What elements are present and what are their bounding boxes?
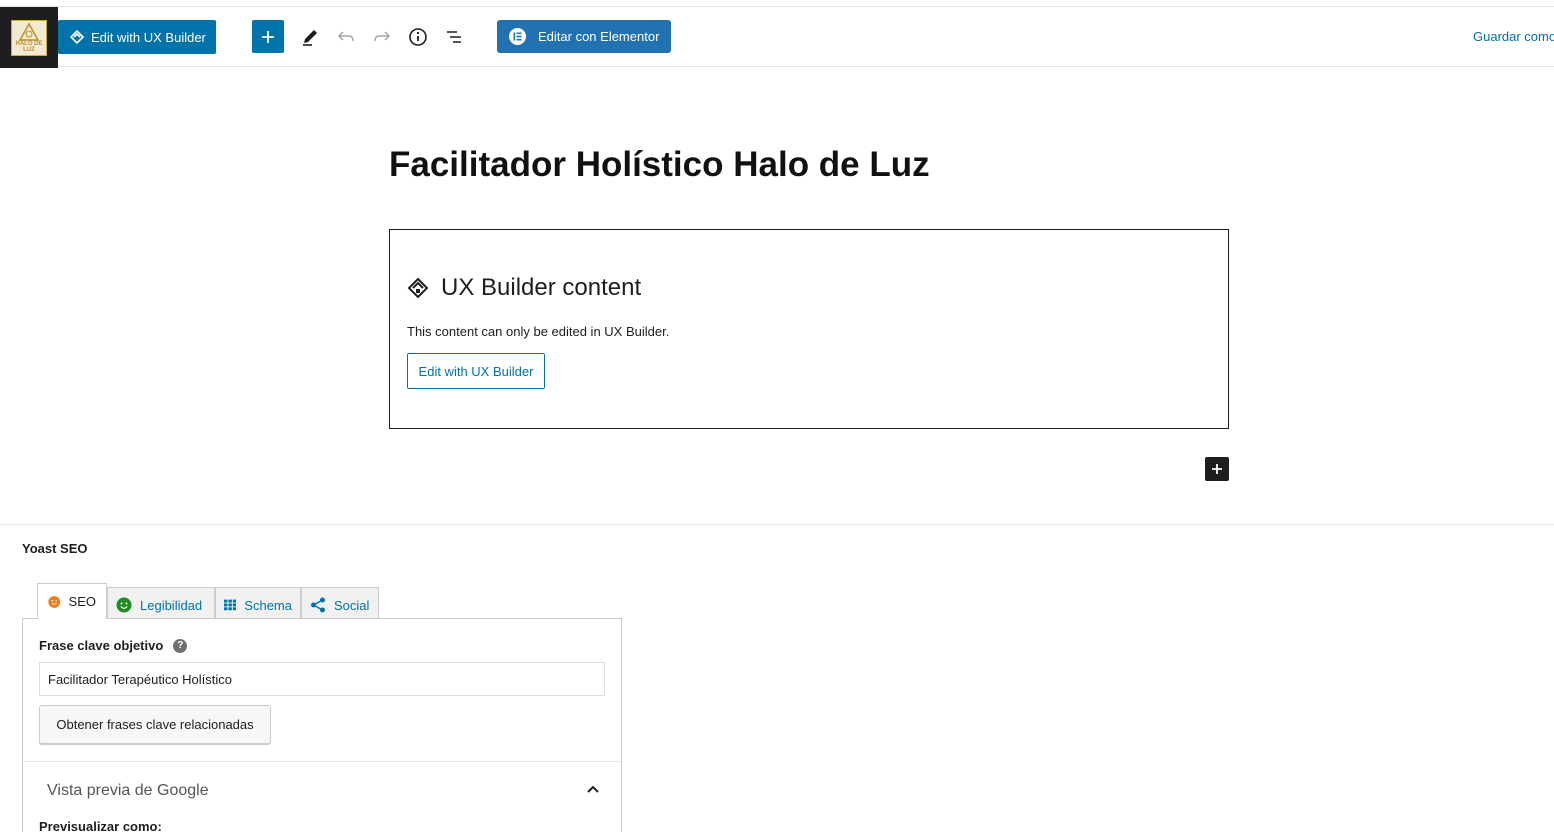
- post-title[interactable]: Facilitador Holístico Halo de Luz: [389, 145, 930, 185]
- yoast-seo-title[interactable]: Yoast SEO: [22, 541, 88, 556]
- ux-builder-icon: [407, 277, 429, 299]
- get-related-keyphrases-button[interactable]: Obtener frases clave relacionadas: [39, 705, 271, 744]
- triangle-logo-icon: [19, 22, 39, 41]
- save-draft-button[interactable]: Guardar como: [1473, 29, 1554, 44]
- metabox-divider: [0, 524, 1554, 525]
- tab-social[interactable]: Social: [301, 587, 379, 622]
- preview-as-label: Previsualizar como:: [39, 819, 162, 832]
- edit-with-ux-builder-button[interactable]: Edit with UX Builder: [58, 20, 216, 54]
- outline-button[interactable]: [440, 23, 468, 51]
- editor-toolbar: HALO DE LUZ Edit with UX Builder Editar …: [0, 6, 1554, 68]
- tab-schema[interactable]: Schema: [215, 587, 301, 622]
- seo-status-face-icon: [48, 595, 61, 608]
- share-icon: [311, 597, 325, 613]
- ux-block-heading: UX Builder content: [407, 274, 641, 302]
- yoast-seo-panel: Frase clave objetivo ? Facilitador Terap…: [22, 618, 622, 832]
- elementor-icon: [509, 28, 526, 45]
- undo-icon: [337, 31, 354, 41]
- tools-button[interactable]: [296, 23, 324, 51]
- tab-schema-label: Schema: [244, 597, 292, 613]
- list-view-icon: [447, 31, 461, 43]
- focus-keyphrase-label: Frase clave objetivo ?: [39, 638, 188, 653]
- focus-keyphrase-input[interactable]: Facilitador Terapéutico Holístico: [39, 662, 605, 696]
- ux-builder-block[interactable]: UX Builder content This content can only…: [389, 229, 1229, 429]
- ux-block-edit-button[interactable]: Edit with UX Builder: [407, 353, 545, 389]
- pencil-icon: [303, 30, 317, 46]
- tab-seo-label: SEO: [68, 594, 96, 609]
- redo-button[interactable]: [368, 23, 396, 51]
- site-logo[interactable]: HALO DE LUZ: [0, 7, 58, 68]
- plus-icon: [1212, 464, 1222, 474]
- tab-readability[interactable]: Legibilidad: [107, 587, 215, 622]
- ux-builder-icon: [70, 30, 84, 44]
- details-button[interactable]: [404, 23, 432, 51]
- logo-text: HALO DE LUZ: [15, 40, 43, 53]
- ux-block-description: This content can only be edited in UX Bu…: [407, 324, 670, 339]
- add-block-button[interactable]: [252, 20, 284, 53]
- tab-seo[interactable]: SEO: [37, 583, 107, 619]
- inline-add-block-button[interactable]: [1205, 457, 1229, 481]
- undo-button[interactable]: [332, 23, 360, 51]
- info-icon: [409, 28, 427, 46]
- plus-icon: [262, 30, 274, 43]
- yoast-tabs: SEO Legibilidad Schema Social: [37, 583, 379, 622]
- edit-with-elementor-label: Editar con Elementor: [538, 29, 660, 44]
- ux-block-heading-text: UX Builder content: [441, 274, 642, 301]
- readability-status-face-icon: [116, 597, 132, 613]
- edit-with-ux-builder-label: Edit with UX Builder: [91, 29, 206, 45]
- redo-icon: [374, 31, 391, 41]
- help-icon[interactable]: ?: [173, 638, 188, 653]
- chevron-up-icon[interactable]: [585, 781, 601, 797]
- google-preview-toggle[interactable]: Vista previa de Google: [47, 782, 209, 800]
- grid-icon: [224, 599, 237, 611]
- tab-social-label: Social: [334, 597, 370, 613]
- tab-readability-label: Legibilidad: [140, 597, 203, 613]
- edit-with-elementor-button[interactable]: Editar con Elementor: [497, 20, 671, 53]
- logo-badge: HALO DE LUZ: [11, 19, 47, 56]
- focus-keyphrase-label-text: Frase clave objetivo: [39, 638, 164, 653]
- section-divider: [23, 761, 621, 762]
